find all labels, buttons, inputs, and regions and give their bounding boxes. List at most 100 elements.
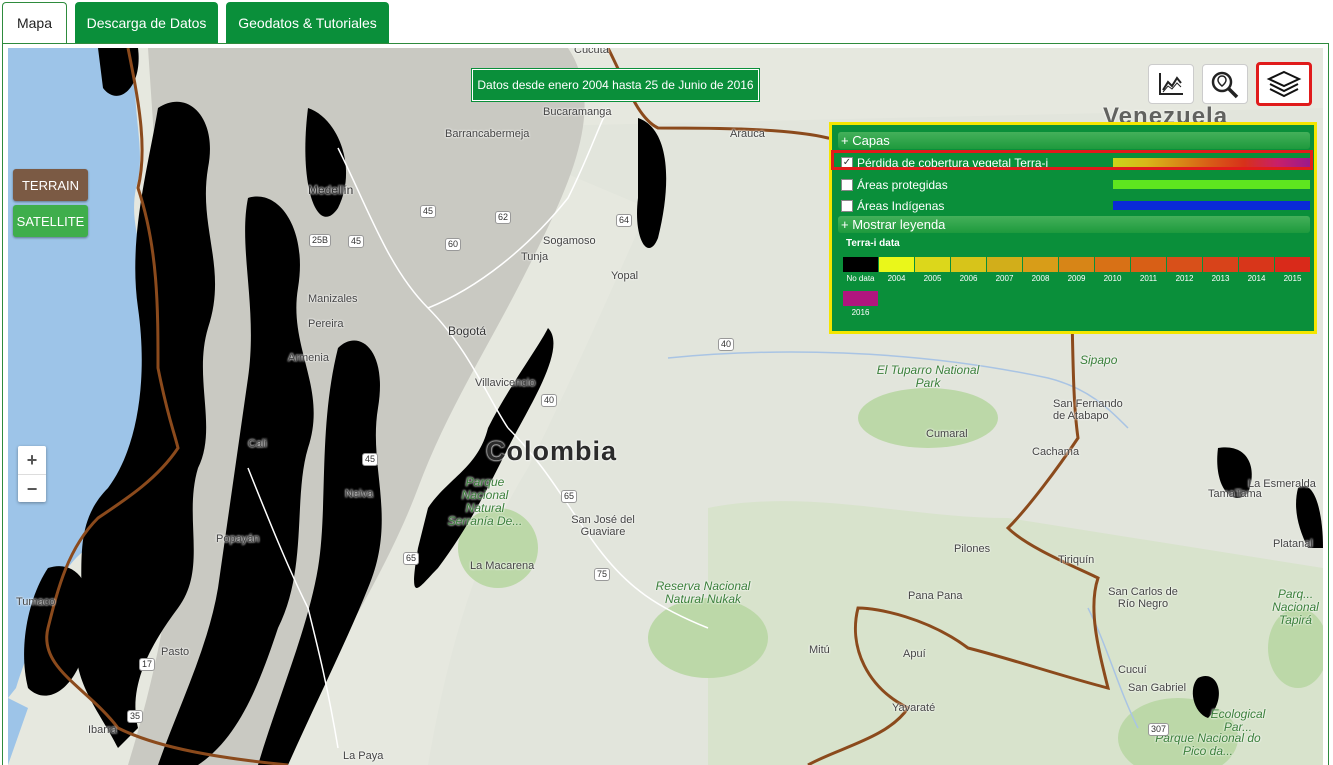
legend-label: 2011 — [1139, 274, 1158, 283]
layer-row-terra-i[interactable]: ✓ Pérdida de cobertura vegetal Terra-i — [838, 155, 1312, 171]
zoom-control: + − — [18, 446, 46, 502]
legend-label: 2012 — [1175, 274, 1194, 283]
legend-swatch — [1023, 257, 1058, 272]
legend-label: 2007 — [995, 274, 1014, 283]
legend-label: 2008 — [1031, 274, 1050, 283]
legend-swatch — [843, 257, 878, 272]
route-shield: 65 — [561, 490, 578, 503]
city-label: La Macarena — [470, 560, 535, 572]
layer-checkbox[interactable]: ✓ — [841, 157, 853, 169]
city-label: Pilones — [954, 543, 991, 555]
city-label: Bucaramanga — [543, 106, 612, 118]
route-shield: 307 — [1148, 723, 1170, 736]
city-label: Medellín — [308, 183, 354, 197]
legend-swatch — [1167, 257, 1202, 272]
park-label: El Tuparro National Park — [876, 363, 980, 390]
layer-swatch — [1113, 180, 1310, 189]
legend-label: 2015 — [1283, 274, 1302, 283]
search-map-button[interactable] — [1202, 64, 1248, 104]
city-label: San Carlos de Río Negro — [1108, 586, 1178, 610]
chart-icon — [1159, 73, 1183, 95]
city-label: Ibarra — [88, 724, 117, 736]
legend-label: 2016 — [851, 308, 870, 317]
city-label: Popayán — [216, 533, 260, 545]
route-shield: 62 — [495, 211, 512, 224]
capas-section-header[interactable]: + Capas — [838, 132, 1310, 149]
search-map-icon — [1211, 71, 1239, 99]
route-shield: 60 — [445, 238, 462, 251]
legend-swatch — [1059, 257, 1094, 272]
tab-mapa[interactable]: Mapa — [2, 2, 67, 43]
route-shield: 75 — [594, 568, 611, 581]
city-label: Cumaral — [926, 428, 968, 440]
country-label: Colombia — [486, 436, 618, 466]
zoom-in-button[interactable]: + — [18, 446, 46, 474]
satellite-button[interactable]: SATELLITE — [13, 205, 88, 237]
city-label: Manizales — [308, 293, 358, 305]
layer-row-areas-protegidas[interactable]: Áreas protegidas — [838, 177, 1312, 193]
city-label: Cali — [248, 438, 267, 450]
layer-label: Áreas protegidas — [857, 178, 948, 192]
route-shield: 40 — [541, 394, 558, 407]
city-label: Cachama — [1032, 446, 1080, 458]
legend-label: No data — [846, 274, 875, 283]
legend-label: 2013 — [1211, 274, 1230, 283]
city-label: Cucuí — [1118, 664, 1147, 676]
legend-label: 2006 — [959, 274, 978, 283]
layer-swatch — [1113, 158, 1310, 167]
city-label: Platanal — [1273, 538, 1313, 550]
city-label: La Paya — [343, 750, 384, 762]
legend-swatch — [1095, 257, 1130, 272]
route-shield: 45 — [348, 235, 365, 248]
city-label: Tunja — [521, 251, 549, 263]
city-label: Tiriquín — [1058, 554, 1095, 566]
city-label: Pasto — [161, 646, 190, 658]
city-label: Yopal — [611, 270, 639, 282]
legend-title: Terra-i data — [846, 238, 900, 249]
city-label: San José del Guaviare — [571, 514, 635, 538]
layer-checkbox[interactable] — [841, 200, 853, 212]
legend-label: 2009 — [1067, 274, 1086, 283]
route-shield: 25B — [309, 234, 332, 247]
layers-button[interactable] — [1256, 62, 1312, 106]
layers-panel: + Capas ✓ Pérdida de cobertura vegetal T… — [829, 122, 1317, 334]
route-shield: 17 — [139, 658, 156, 671]
legend-swatch — [951, 257, 986, 272]
route-shield: 64 — [616, 214, 633, 227]
city-label: Pana Pana — [908, 590, 963, 602]
city-label: Yavaraté — [892, 702, 936, 714]
route-shield: 40 — [718, 338, 735, 351]
layer-label: Áreas Indígenas — [857, 199, 945, 213]
city-label: Villavicencio — [475, 377, 536, 389]
mostrar-leyenda-header[interactable]: + Mostrar leyenda — [838, 216, 1310, 233]
layers-icon — [1266, 70, 1302, 98]
legend-swatch — [1239, 257, 1274, 272]
park-label: Parque Nacional Natural Serranía De... — [447, 475, 523, 528]
city-label: La Esmeralda — [1248, 478, 1316, 490]
legend-label: 2010 — [1103, 274, 1122, 283]
legend-swatch — [843, 291, 878, 306]
city-label: San Gabriel — [1128, 682, 1187, 694]
legend-swatch — [1203, 257, 1238, 272]
route-shield: 45 — [362, 453, 379, 466]
city-label: Arauca — [730, 128, 765, 140]
tab-descarga-de-datos[interactable]: Descarga de Datos — [75, 2, 218, 43]
city-label: Armenia — [288, 352, 329, 364]
terrain-button[interactable]: TERRAIN — [13, 169, 88, 201]
tab-geodatos-tutoriales[interactable]: Geodatos & Tutoriales — [226, 2, 389, 43]
zoom-out-button[interactable]: − — [18, 474, 46, 503]
legend-label: 2004 — [887, 274, 906, 283]
legend-swatch — [879, 257, 914, 272]
layer-row-areas-indigenas[interactable]: Áreas Indígenas — [838, 198, 1312, 214]
layer-checkbox[interactable] — [841, 179, 853, 191]
city-label: Bogotá — [448, 324, 487, 338]
chart-button[interactable] — [1148, 64, 1194, 104]
legend-swatch — [1275, 257, 1310, 272]
legend-label: 2014 — [1247, 274, 1266, 283]
city-label: Apuí — [903, 648, 926, 660]
legend-swatch — [1131, 257, 1166, 272]
legend-swatch — [915, 257, 950, 272]
park-label: Reserva Nacional Natural Nukak — [655, 579, 751, 606]
legend-label: 2005 — [923, 274, 942, 283]
legend-swatch — [987, 257, 1022, 272]
